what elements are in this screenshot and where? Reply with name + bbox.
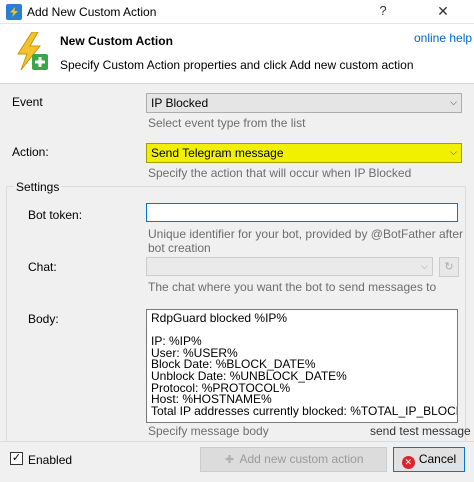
footer-divider <box>0 441 474 442</box>
title-bar: Add New Custom Action ? ✕ <box>0 0 474 24</box>
chevron-down-icon: ⌵ <box>450 147 457 157</box>
body-hint: Specify message body <box>148 424 269 438</box>
online-help-link[interactable]: online help <box>414 31 472 45</box>
send-test-message-link[interactable]: send test message <box>370 424 471 438</box>
window-title: Add New Custom Action <box>27 5 157 19</box>
enabled-checkbox[interactable]: ✓ <box>10 452 23 465</box>
header-title: New Custom Action <box>60 34 173 48</box>
cancel-button-label: Cancel <box>418 452 457 466</box>
action-select[interactable]: Send Telegram message ⌵ <box>146 143 462 163</box>
event-label: Event <box>12 95 43 109</box>
refresh-chats-button[interactable]: ↻ <box>439 257 459 277</box>
add-icon: ✚ <box>224 454 235 466</box>
help-icon[interactable]: ? <box>360 0 406 24</box>
bot-token-hint: Unique identifier for your bot, provided… <box>148 227 464 255</box>
bot-token-label: Bot token: <box>28 208 83 222</box>
action-select-value: Send Telegram message <box>151 146 284 160</box>
body-label: Body: <box>28 312 59 326</box>
chevron-down-icon: ⌵ <box>421 261 428 271</box>
cancel-button[interactable]: ✕ Cancel <box>393 447 465 472</box>
settings-group-title: Settings <box>14 180 62 194</box>
cancel-icon: ✕ <box>401 456 415 469</box>
event-select-value: IP Blocked <box>151 96 209 110</box>
close-icon[interactable]: ✕ <box>420 0 466 24</box>
app-icon <box>6 4 22 20</box>
chevron-down-icon: ⌵ <box>450 97 457 107</box>
enabled-label: Enabled <box>28 453 73 467</box>
body-line: RdpGuard blocked %IP% <box>151 311 288 325</box>
body-line: Total IP addresses currently blocked: %T… <box>151 403 458 418</box>
add-custom-action-button[interactable]: ✚ Add new custom action <box>200 447 387 472</box>
lightning-add-icon <box>17 32 48 71</box>
action-label: Action: <box>12 145 49 159</box>
event-select[interactable]: IP Blocked ⌵ <box>146 93 462 113</box>
body-textarea[interactable]: RdpGuard blocked %IP% IP: %IP% User: %US… <box>146 309 458 423</box>
chat-select[interactable]: ⌵ <box>146 257 433 276</box>
header-panel: New Custom Action Specify Custom Action … <box>0 24 474 84</box>
add-button-label: Add new custom action <box>239 452 364 466</box>
chat-label: Chat: <box>28 260 57 274</box>
event-hint: Select event type from the list <box>148 116 306 130</box>
action-hint: Specify the action that will occur when … <box>148 166 412 180</box>
bot-token-input[interactable] <box>146 203 458 222</box>
header-subtitle: Specify Custom Action properties and cli… <box>60 58 414 72</box>
chat-hint: The chat where you want the bot to send … <box>148 280 437 294</box>
